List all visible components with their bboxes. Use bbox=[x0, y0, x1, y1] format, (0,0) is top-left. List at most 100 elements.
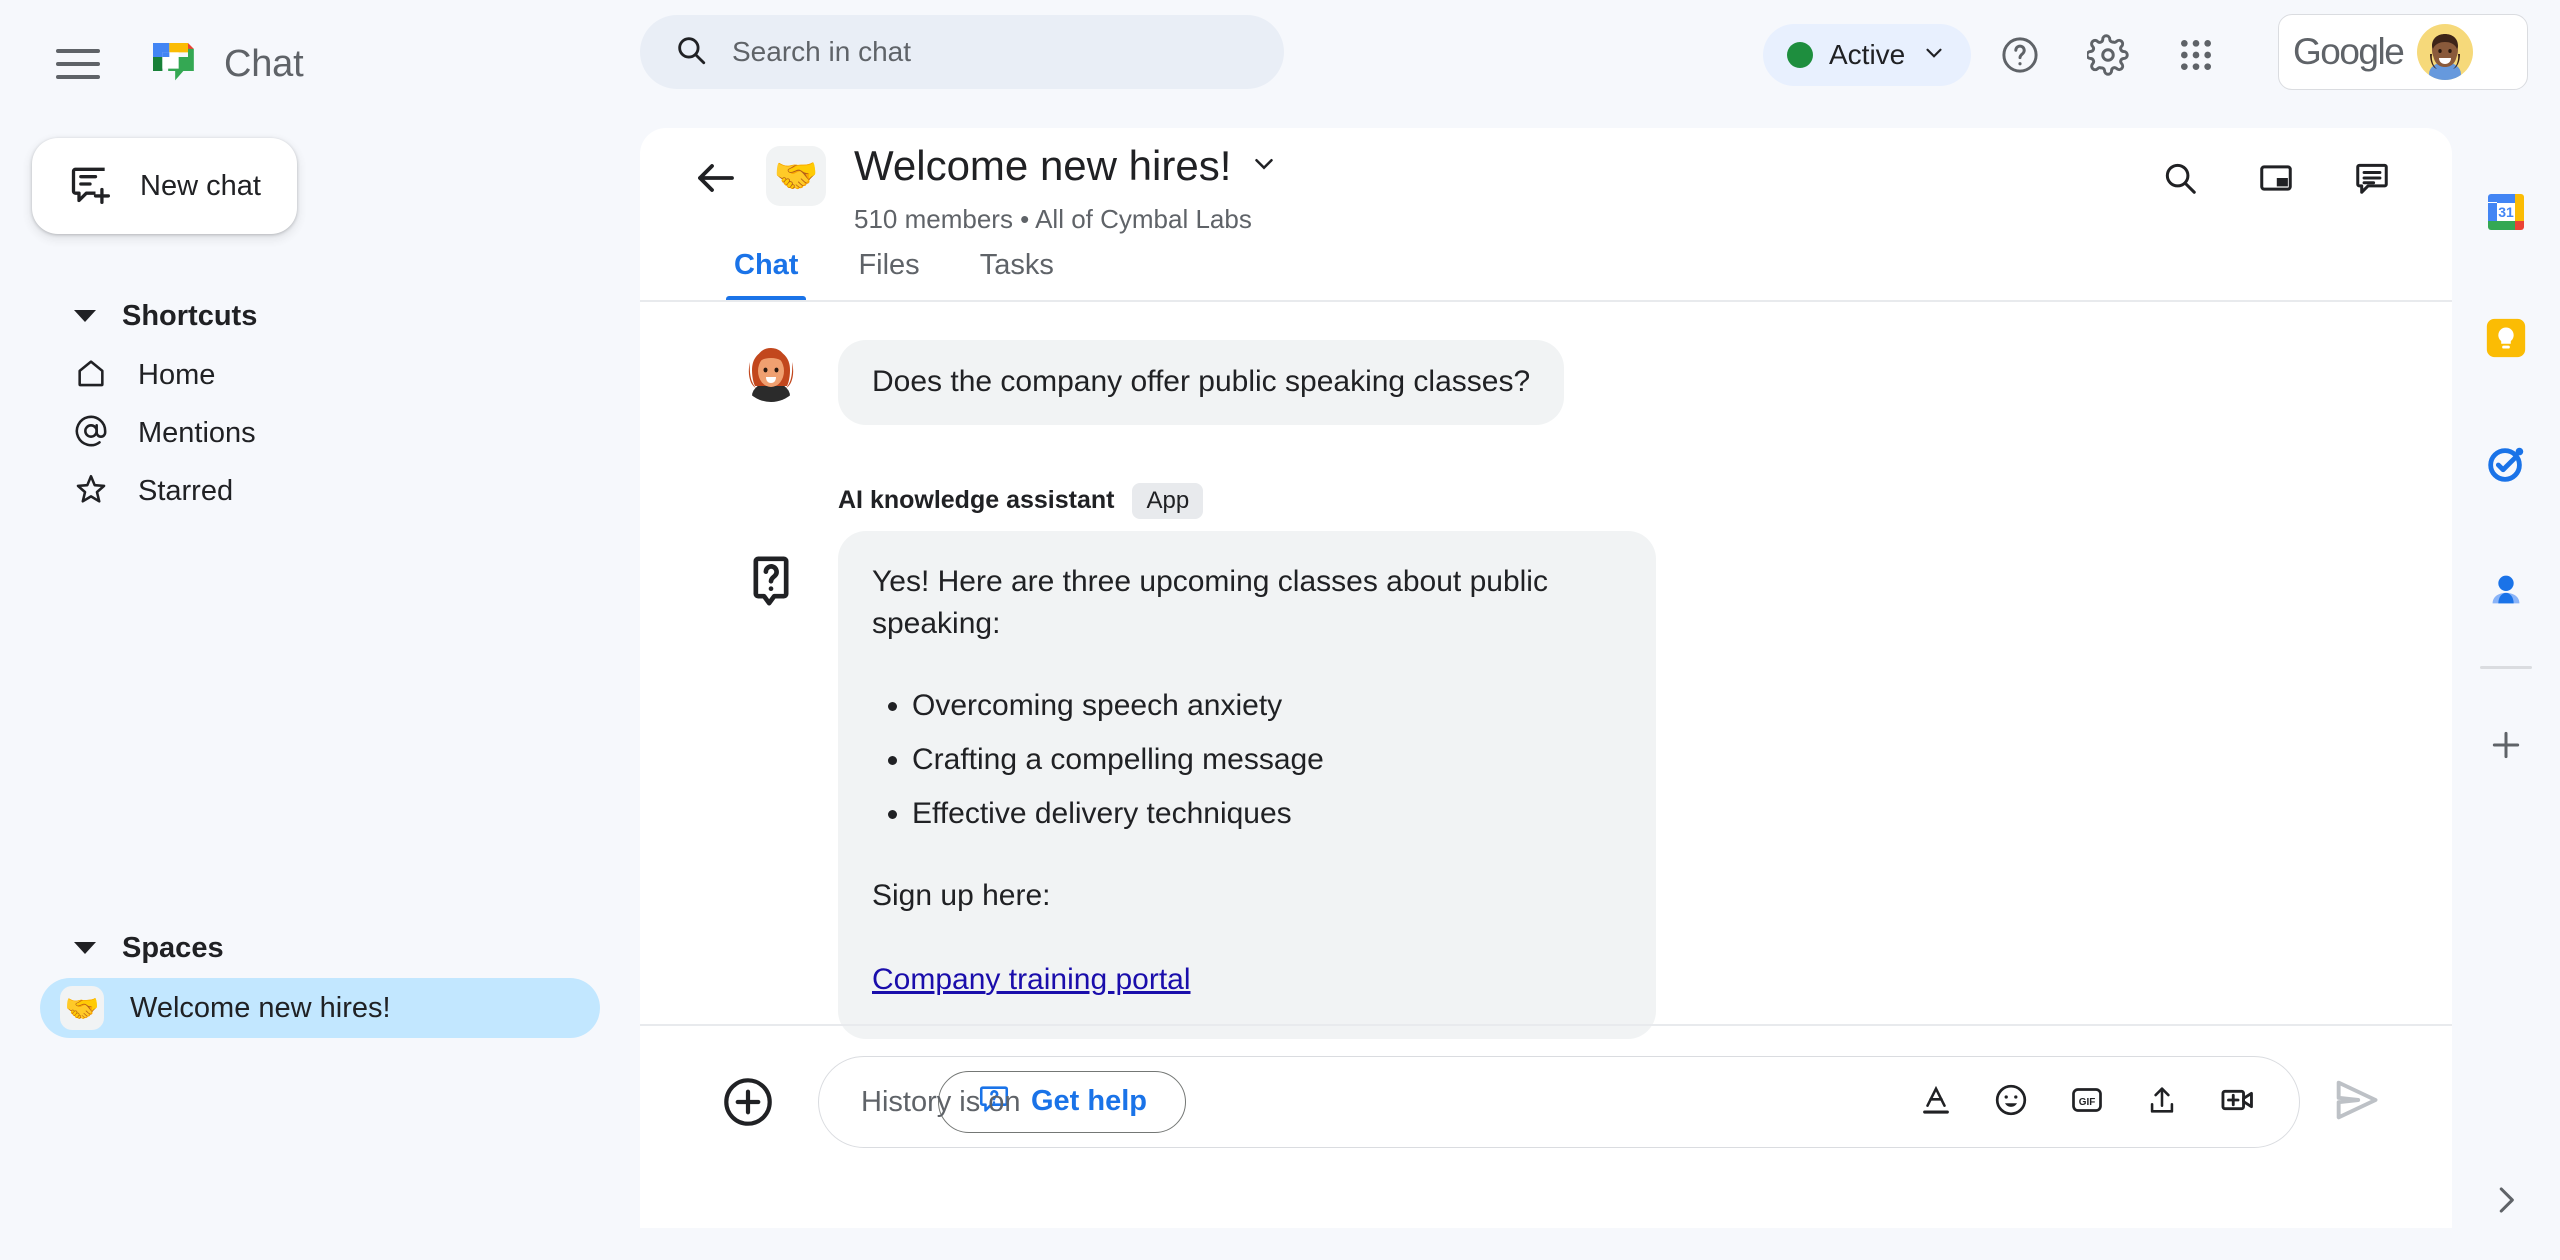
search-placeholder: Search in chat bbox=[732, 36, 911, 67]
message-composer: History is on GIF bbox=[640, 1032, 2452, 1172]
conversation-actions bbox=[2148, 146, 2404, 210]
caret-down-icon bbox=[74, 942, 96, 954]
ai-sender-name: AI knowledge assistant bbox=[838, 486, 1115, 514]
brand-name: Chat bbox=[224, 42, 304, 85]
conversation-title-button[interactable]: Welcome new hires! bbox=[854, 142, 1279, 190]
avatar bbox=[2417, 24, 2474, 80]
plus-circle-icon[interactable] bbox=[720, 1074, 776, 1130]
rail-divider bbox=[2480, 666, 2532, 669]
ai-body: Yes! Here are three upcoming classes abo… bbox=[740, 530, 2452, 1039]
caret-down-icon bbox=[74, 310, 96, 322]
ai-intro-text: Yes! Here are three upcoming classes abo… bbox=[872, 564, 1548, 640]
search-input[interactable]: Search in chat bbox=[640, 15, 1284, 89]
conversation-panel: 🤝 Welcome new hires! 510 members • All o… bbox=[640, 128, 2452, 1228]
google-chat-logo bbox=[146, 36, 202, 92]
star-icon bbox=[74, 472, 108, 511]
upload-icon[interactable] bbox=[2145, 1083, 2179, 1122]
new-chat-icon bbox=[68, 162, 112, 211]
tab-tasks[interactable]: Tasks bbox=[950, 228, 1084, 302]
gear-icon[interactable] bbox=[2076, 23, 2140, 87]
chevron-right-icon[interactable] bbox=[2452, 1168, 2560, 1232]
spaces-title: Spaces bbox=[122, 931, 224, 964]
composer-placeholder: History is on bbox=[861, 1085, 1021, 1118]
google-calendar-icon[interactable]: 31 bbox=[2452, 158, 2560, 266]
avatar bbox=[740, 340, 802, 402]
sidebar-item-label: Home bbox=[138, 358, 216, 391]
sidebar-space-welcome-new-hires[interactable]: 🤝 Welcome new hires! bbox=[40, 978, 600, 1038]
help-circle-icon[interactable] bbox=[1988, 23, 2052, 87]
composer-icon-group: GIF bbox=[1919, 1081, 2257, 1124]
tab-label: Chat bbox=[734, 248, 799, 281]
message-input[interactable]: History is on GIF bbox=[818, 1056, 2300, 1148]
list-item: Crafting a compelling message bbox=[912, 739, 1622, 781]
composer-divider bbox=[640, 1024, 2452, 1026]
gif-icon[interactable]: GIF bbox=[2069, 1082, 2105, 1123]
sidebar: New chat Shortcuts Home Mentions Starred… bbox=[0, 128, 640, 1260]
calendar-day-label: 31 bbox=[2498, 204, 2514, 220]
top-bar: Chat Search in chat Active Google bbox=[0, 0, 2560, 128]
tab-label: Files bbox=[858, 248, 920, 281]
emoji-icon[interactable] bbox=[1993, 1082, 2029, 1123]
topbar-icon-group bbox=[1988, 23, 2228, 87]
handshake-icon: 🤝 bbox=[60, 986, 104, 1030]
svg-text:GIF: GIF bbox=[2079, 1096, 2095, 1107]
tab-label: Tasks bbox=[979, 248, 1054, 281]
sidebar-item-label: Starred bbox=[138, 474, 234, 507]
sidebar-item-starred[interactable]: Starred bbox=[0, 462, 640, 520]
apps-grid-icon[interactable] bbox=[2164, 23, 2228, 87]
search-icon bbox=[674, 33, 708, 72]
chat-bubble-icon[interactable] bbox=[2340, 146, 2404, 210]
hamburger-icon[interactable] bbox=[56, 36, 112, 92]
sidebar-item-home[interactable]: Home bbox=[0, 346, 640, 404]
list-item: Overcoming speech anxiety bbox=[912, 685, 1622, 727]
video-add-icon[interactable] bbox=[2219, 1081, 2257, 1124]
list-item: Effective delivery techniques bbox=[912, 793, 1622, 835]
ai-message-bubble: Yes! Here are three upcoming classes abo… bbox=[838, 530, 1656, 1039]
shortcuts-title: Shortcuts bbox=[122, 299, 258, 332]
tab-chat[interactable]: Chat bbox=[704, 228, 828, 302]
message-list: Does the company offer public speaking c… bbox=[640, 302, 2452, 1133]
google-chat-window: Chat Search in chat Active Google New ch… bbox=[0, 0, 2560, 1260]
new-chat-button[interactable]: New chat bbox=[32, 138, 297, 234]
message-bubble: Does the company offer public speaking c… bbox=[838, 340, 1565, 425]
picture-in-picture-icon[interactable] bbox=[2244, 146, 2308, 210]
company-training-portal-link[interactable]: Company training portal bbox=[872, 963, 1191, 996]
ai-sender-row: AI knowledge assistant App bbox=[838, 482, 2452, 519]
plus-icon[interactable] bbox=[2452, 691, 2560, 799]
side-rail: 31 bbox=[2452, 128, 2560, 1260]
home-icon bbox=[74, 356, 108, 395]
page-title: Welcome new hires! bbox=[854, 142, 1232, 189]
message-user: Does the company offer public speaking c… bbox=[640, 340, 2452, 425]
status-badge: App bbox=[1132, 482, 1204, 519]
shortcuts-section-header[interactable]: Shortcuts bbox=[0, 286, 640, 346]
spaces-section-header[interactable]: Spaces bbox=[0, 918, 640, 978]
tab-files[interactable]: Files bbox=[828, 228, 949, 302]
back-arrow-icon[interactable] bbox=[692, 154, 740, 202]
brand: Chat bbox=[146, 36, 304, 92]
format-text-icon[interactable] bbox=[1919, 1083, 1953, 1122]
chevron-down-icon bbox=[1249, 149, 1279, 184]
search-icon[interactable] bbox=[2148, 146, 2212, 210]
ai-signup-text: Sign up here: bbox=[872, 878, 1051, 912]
sidebar-item-mentions[interactable]: Mentions bbox=[0, 404, 640, 462]
send-icon[interactable] bbox=[2330, 1074, 2386, 1130]
account-button[interactable]: Google bbox=[2278, 14, 2528, 90]
sidebar-item-label: Mentions bbox=[138, 416, 256, 449]
chevron-down-icon bbox=[1921, 40, 1947, 71]
ai-link-wrapper: Company training portal bbox=[872, 959, 1622, 1001]
google-contacts-icon[interactable] bbox=[2452, 536, 2560, 644]
conversation-header: 🤝 Welcome new hires! 510 members • All o… bbox=[640, 128, 2452, 234]
status-label: Active bbox=[1829, 39, 1906, 70]
conversation-tabs: Chat Files Tasks bbox=[640, 228, 2452, 302]
google-tasks-icon[interactable] bbox=[2452, 410, 2560, 518]
ai-bullet-list: Overcoming speech anxiety Crafting a com… bbox=[912, 685, 1622, 835]
new-chat-label: New chat bbox=[140, 169, 261, 202]
space-label: Welcome new hires! bbox=[130, 991, 391, 1024]
question-bubble-icon bbox=[740, 531, 802, 605]
status-dot-icon bbox=[1787, 42, 1813, 68]
google-keep-icon[interactable] bbox=[2452, 284, 2560, 392]
at-sign-icon bbox=[74, 414, 108, 453]
status-button[interactable]: Active bbox=[1763, 24, 1972, 86]
google-wordmark: Google bbox=[2293, 31, 2405, 72]
space-handshake-icon: 🤝 bbox=[766, 146, 826, 206]
